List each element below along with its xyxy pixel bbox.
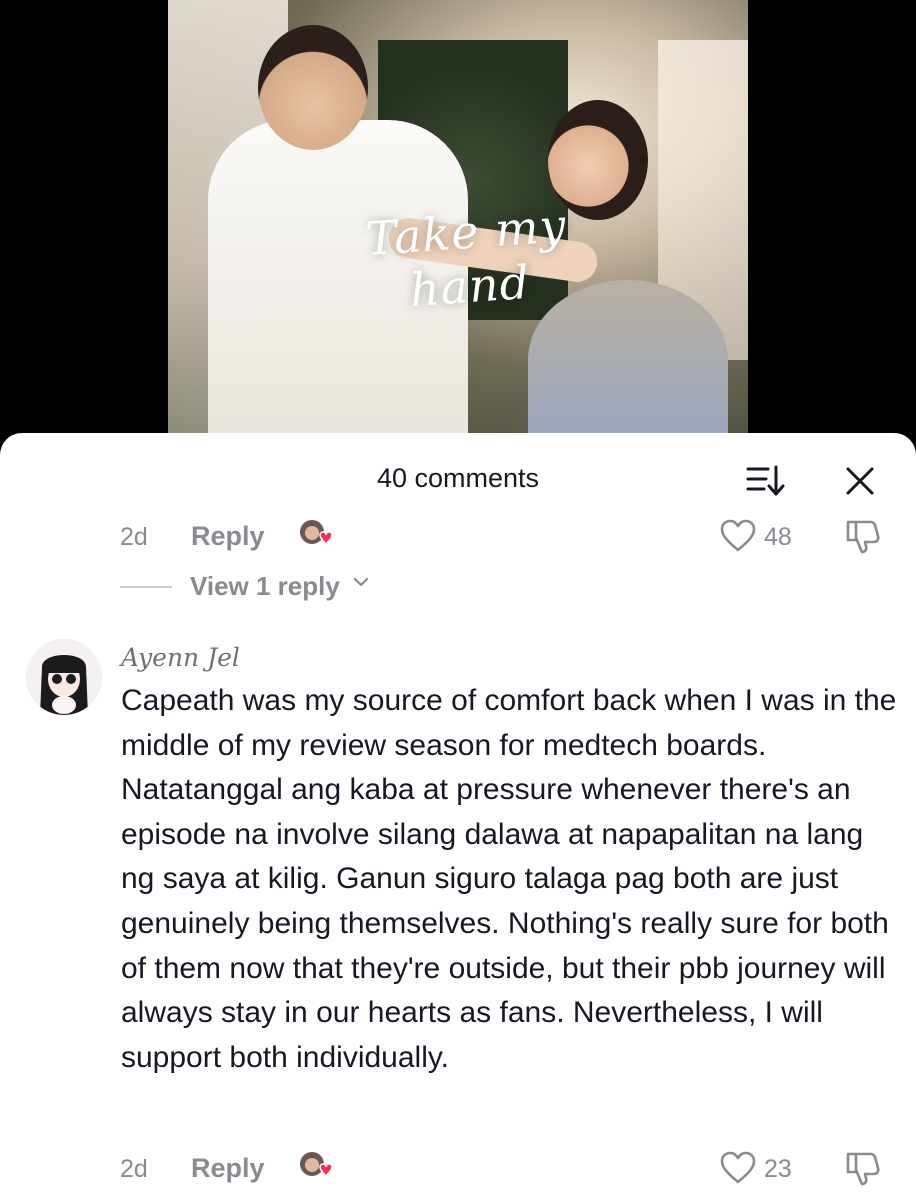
comments-panel: 40 comments 2d Reply 48 View 1 reply Aye… <box>0 433 916 1200</box>
thumbs-down-icon <box>846 1152 880 1186</box>
comment-actions: 2d Reply 23 <box>0 1150 916 1190</box>
like-count: 23 <box>764 1155 792 1183</box>
creator-liked-avatar-icon <box>298 518 334 550</box>
comment-text: Capeath was my source of comfort back wh… <box>121 684 897 1074</box>
previous-comment-actions: 2d Reply 48 <box>0 518 916 558</box>
video-player[interactable]: Take my hand <box>0 0 916 440</box>
user-avatar-icon <box>26 639 102 715</box>
like-button[interactable] <box>718 1150 758 1186</box>
view-replies-button[interactable]: View 1 reply <box>120 567 520 603</box>
heart-outline-icon <box>720 519 756 552</box>
close-button[interactable] <box>840 461 880 501</box>
creator-liked-avatar-icon <box>298 1150 334 1182</box>
chevron-down-icon <box>353 577 369 587</box>
comment-date: 2d <box>120 523 148 551</box>
sort-icon <box>746 465 785 496</box>
comments-header: 40 comments <box>0 433 916 523</box>
dislike-button[interactable] <box>842 518 882 556</box>
heart-outline-icon <box>720 1151 756 1184</box>
video-frame[interactable]: Take my hand <box>168 0 748 440</box>
reply-button[interactable]: Reply <box>191 521 265 552</box>
thumbs-down-icon <box>846 520 880 554</box>
reply-button[interactable]: Reply <box>191 1153 265 1184</box>
comment-author[interactable]: Ayenn Jel <box>121 643 240 672</box>
avatar[interactable] <box>26 639 102 715</box>
replies-divider <box>120 586 172 588</box>
like-count: 48 <box>764 523 792 551</box>
like-button[interactable] <box>718 518 758 554</box>
video-overlay-caption: Take my hand <box>364 198 569 318</box>
video-figure-man-head <box>258 25 368 150</box>
dislike-button[interactable] <box>842 1150 882 1188</box>
comment-date: 2d <box>120 1155 148 1183</box>
view-replies-label: View 1 reply <box>190 571 340 601</box>
close-icon <box>846 467 874 495</box>
sort-button[interactable] <box>744 463 786 499</box>
